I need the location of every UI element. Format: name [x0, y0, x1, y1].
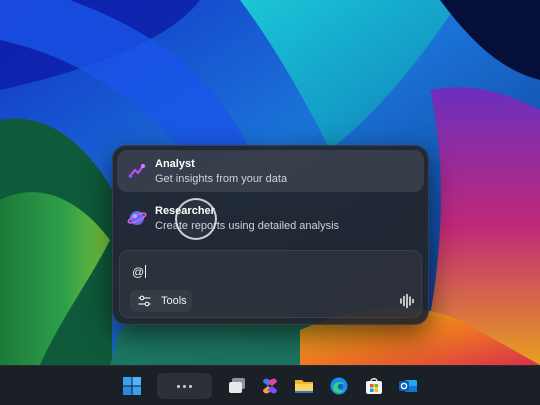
researcher-icon — [127, 211, 147, 225]
analyst-icon — [128, 164, 145, 178]
m365-copilot-icon[interactable] — [260, 376, 280, 396]
ellipsis-icon — [183, 385, 186, 388]
tools-label: Tools — [161, 295, 187, 307]
copilot-agent-picker: Analyst Get insights from your data Rese… — [112, 145, 429, 325]
prompt-input-text[interactable]: @ — [132, 265, 147, 279]
outlook-icon[interactable] — [398, 376, 418, 396]
suggestion-analyst[interactable]: Analyst Get insights from your data — [117, 150, 424, 192]
suggestion-researcher[interactable]: Researcher Create reports using detailed… — [117, 197, 424, 239]
ellipsis-icon — [177, 385, 180, 388]
prompt-input-value: @ — [132, 265, 145, 279]
suggestion-title: Analyst — [155, 158, 195, 170]
tools-button[interactable]: Tools — [130, 290, 192, 312]
text-caret — [145, 265, 147, 278]
ellipsis-icon — [189, 385, 192, 388]
task-view-icon[interactable] — [227, 376, 247, 396]
taskbar — [0, 365, 540, 405]
store-icon[interactable] — [364, 376, 384, 396]
prompt-input[interactable]: @ Tools — [119, 250, 422, 318]
voice-waveform-icon[interactable] — [399, 293, 415, 309]
edge-icon[interactable] — [329, 376, 349, 396]
windows-logo-icon[interactable] — [122, 376, 142, 396]
touch-cursor-indicator — [175, 198, 217, 240]
task-view-more[interactable] — [157, 373, 212, 399]
folder-icon[interactable] — [294, 376, 314, 396]
suggestion-description: Get insights from your data — [155, 173, 288, 185]
sliders-icon — [138, 295, 151, 307]
